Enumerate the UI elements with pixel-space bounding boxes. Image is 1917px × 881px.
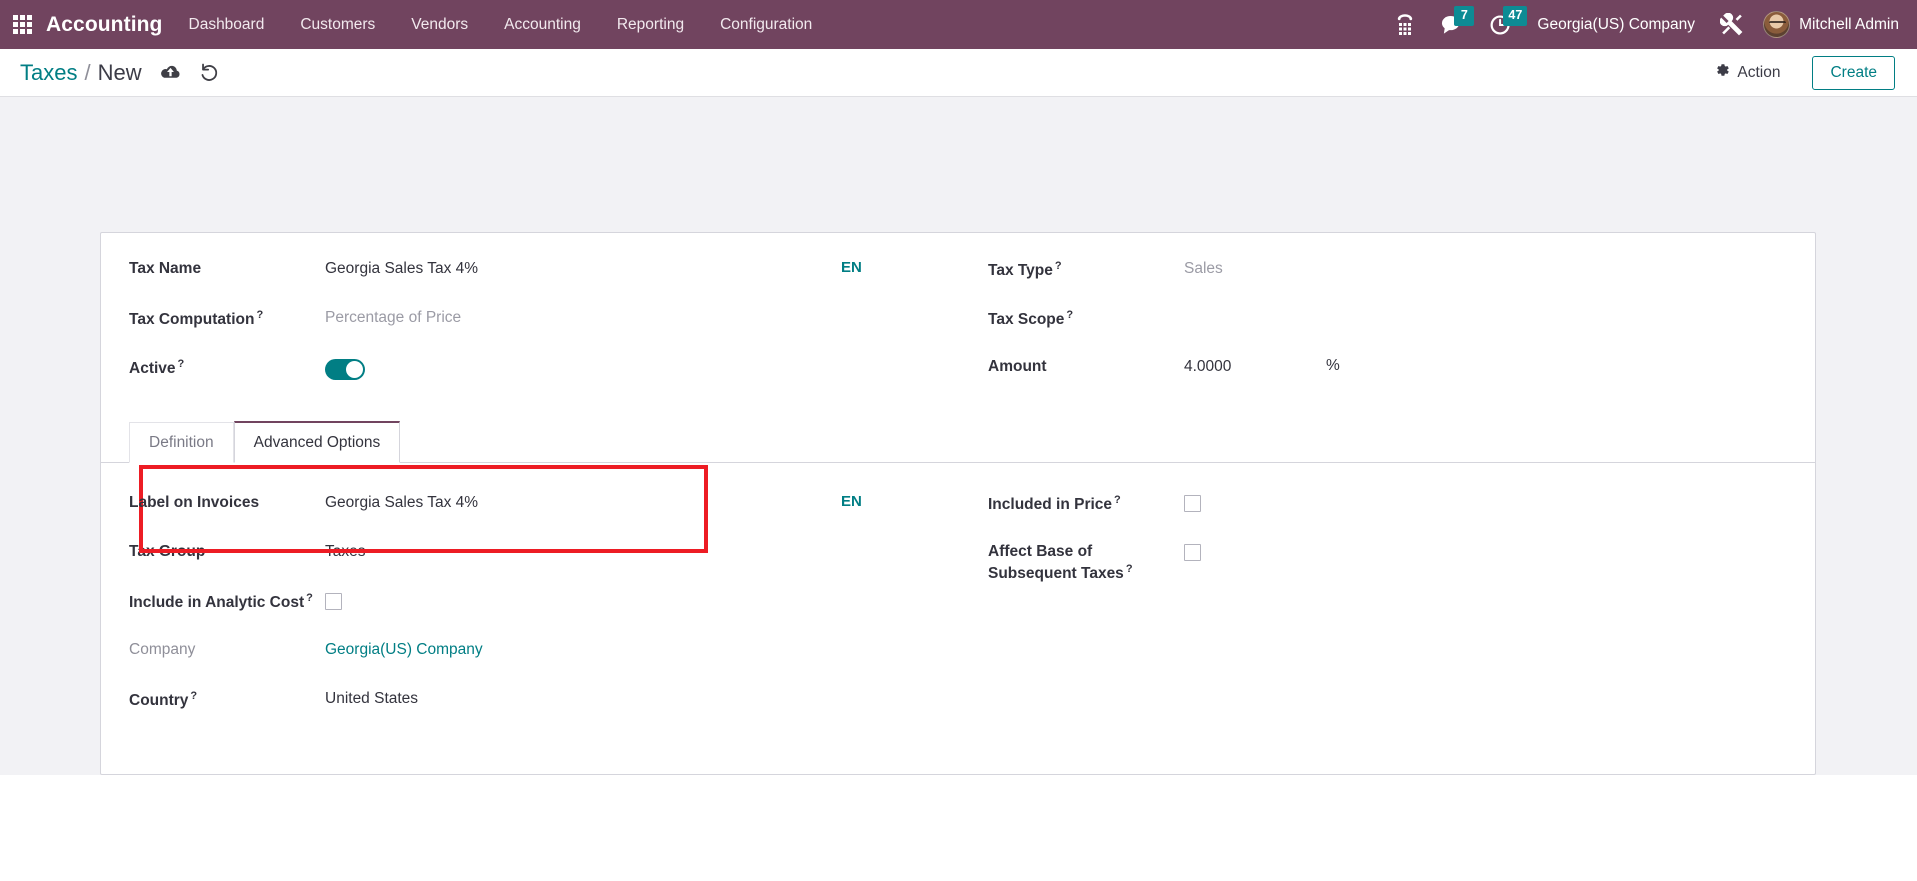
breadcrumb: Taxes / New (20, 60, 142, 86)
help-icon-affect-base[interactable]: ? (1126, 563, 1133, 575)
field-tax-type-row: Tax Type? Sales (988, 255, 1815, 304)
action-button[interactable]: Action (1704, 56, 1790, 89)
menu-item-reporting[interactable]: Reporting (599, 0, 702, 49)
app-brand-title[interactable]: Accounting (44, 13, 171, 37)
tab-advanced-options[interactable]: Advanced Options (233, 421, 401, 463)
advanced-column-right: Included in Price? Affect Base of Subseq… (958, 489, 1815, 734)
language-badge-label-on-invoices[interactable]: EN (841, 493, 862, 510)
chat-bubble-icon[interactable]: 7 (1428, 0, 1477, 49)
tools-icon[interactable] (1707, 0, 1757, 49)
phone-dialpad-icon[interactable] (1382, 0, 1428, 49)
tab-panel-advanced-options: Label on Invoices Georgia Sales Tax 4% E… (101, 463, 1815, 774)
field-tax-group-row: Tax Group Taxes (129, 538, 958, 587)
tab-definition[interactable]: Definition (129, 422, 234, 463)
field-amount-value[interactable]: 4.0000 (1184, 353, 1304, 377)
activities-count-badge: 47 (1503, 6, 1528, 26)
help-icon-active[interactable]: ? (178, 358, 185, 370)
field-tax-scope-row: Tax Scope? (988, 304, 1815, 353)
breadcrumb-separator: / (84, 59, 91, 85)
field-tax-type-value[interactable]: Sales (1184, 255, 1223, 279)
user-name-label: Mitchell Admin (1799, 15, 1899, 33)
notebook-tab-bar: Definition Advanced Options (101, 420, 1815, 463)
help-icon-tax-scope[interactable]: ? (1066, 309, 1073, 321)
help-icon-included-in-price[interactable]: ? (1114, 494, 1121, 506)
navbar-systray: 7 47 Georgia(US) Company Mitchell Admin (1382, 0, 1905, 49)
field-label-on-invoices-label: Label on Invoices (129, 494, 260, 511)
menu-item-dashboard[interactable]: Dashboard (171, 0, 283, 49)
language-badge-tax-name[interactable]: EN (841, 259, 862, 276)
field-tax-type-label: Tax Type? (988, 260, 1062, 280)
field-tax-group-value[interactable]: Taxes (325, 538, 366, 562)
main-menu: Dashboard Customers Vendors Accounting R… (171, 0, 831, 49)
breadcrumb-item-taxes[interactable]: Taxes (20, 60, 77, 86)
form-notebook: Definition Advanced Options Label on Inv… (101, 420, 1815, 774)
control-panel: Taxes / New Action Create (0, 49, 1917, 97)
form-main-group: Tax Name Georgia Sales Tax 4% EN Tax Com… (101, 233, 1815, 408)
menu-item-accounting[interactable]: Accounting (486, 0, 599, 49)
included-in-price-checkbox[interactable] (1184, 495, 1201, 512)
odoo-accounting-window: Accounting Dashboard Customers Vendors A… (0, 0, 1917, 881)
field-tax-name-row: Tax Name Georgia Sales Tax 4% EN (129, 255, 958, 304)
action-button-label: Action (1737, 63, 1781, 81)
field-included-in-price-row: Included in Price? (988, 489, 1815, 538)
undo-icon[interactable] (199, 63, 220, 82)
top-navbar: Accounting Dashboard Customers Vendors A… (0, 0, 1917, 49)
avatar (1763, 11, 1791, 38)
form-column-left: Tax Name Georgia Sales Tax 4% EN Tax Com… (101, 255, 958, 402)
affect-base-checkbox[interactable] (1184, 544, 1201, 561)
field-country-row: Country? United States (129, 685, 958, 734)
control-panel-actions: Action Create (1704, 55, 1895, 90)
page-footer-area (0, 824, 1917, 881)
field-tax-name-value[interactable]: Georgia Sales Tax 4% (325, 255, 478, 279)
field-active-label: Active? (129, 358, 185, 378)
user-menu[interactable]: Mitchell Admin (1757, 11, 1905, 38)
field-company-value[interactable]: Georgia(US) Company (325, 636, 483, 660)
apps-grid-icon[interactable] (0, 0, 44, 49)
active-toggle[interactable] (325, 359, 365, 380)
field-amount-row: Amount 4.0000 % (988, 353, 1815, 402)
gear-icon (1714, 62, 1730, 83)
toggle-knob (346, 361, 363, 378)
field-include-in-analytic-cost-row: Include in Analytic Cost? (129, 587, 958, 636)
advanced-column-left: Label on Invoices Georgia Sales Tax 4% E… (101, 489, 958, 734)
menu-item-vendors[interactable]: Vendors (393, 0, 486, 49)
field-amount-label: Amount (988, 358, 1047, 375)
messages-count-badge: 7 (1454, 6, 1475, 26)
field-affect-base-row: Affect Base of Subsequent Taxes? (988, 538, 1815, 587)
help-icon-tax-computation[interactable]: ? (256, 309, 263, 321)
field-active-row: Active? (129, 353, 958, 402)
field-tax-scope-value[interactable] (1184, 304, 1194, 308)
cloud-upload-icon[interactable] (160, 63, 181, 82)
clock-icon[interactable]: 47 (1477, 0, 1528, 49)
field-company-row: Company Georgia(US) Company (129, 636, 958, 685)
page-body: Tax Name Georgia Sales Tax 4% EN Tax Com… (0, 97, 1917, 881)
field-country-label: Country? (129, 690, 198, 710)
help-icon-include-in-analytic-cost[interactable]: ? (306, 592, 313, 604)
form-column-right: Tax Type? Sales Tax Scope? Amount 4.0000 (958, 255, 1815, 402)
field-included-in-price-label: Included in Price? (988, 494, 1121, 514)
field-affect-base-label: Affect Base of Subsequent Taxes? (988, 543, 1133, 583)
field-tax-scope-label: Tax Scope? (988, 309, 1074, 329)
help-icon-tax-type[interactable]: ? (1055, 260, 1062, 272)
help-icon-country[interactable]: ? (190, 690, 197, 702)
field-include-in-analytic-cost-label: Include in Analytic Cost? (129, 592, 313, 612)
field-country-value[interactable]: United States (325, 685, 418, 709)
menu-item-customers[interactable]: Customers (282, 0, 393, 49)
field-tax-group-label: Tax Group (129, 543, 206, 560)
menu-item-configuration[interactable]: Configuration (702, 0, 830, 49)
field-amount-suffix: % (1326, 357, 1340, 374)
tax-form-card: Tax Name Georgia Sales Tax 4% EN Tax Com… (100, 232, 1816, 775)
company-switcher[interactable]: Georgia(US) Company (1525, 16, 1707, 34)
include-in-analytic-cost-checkbox[interactable] (325, 593, 342, 610)
field-tax-name-label: Tax Name (129, 260, 202, 277)
field-label-on-invoices-row: Label on Invoices Georgia Sales Tax 4% E… (129, 489, 958, 538)
field-tax-computation-value[interactable]: Percentage of Price (325, 304, 461, 328)
field-tax-computation-row: Tax Computation? Percentage of Price (129, 304, 958, 353)
field-label-on-invoices-value[interactable]: Georgia Sales Tax 4% (325, 489, 478, 513)
field-tax-computation-label: Tax Computation? (129, 309, 264, 329)
field-company-label: Company (129, 641, 196, 658)
breadcrumb-item-new: New (97, 59, 142, 85)
create-button[interactable]: Create (1812, 55, 1895, 90)
